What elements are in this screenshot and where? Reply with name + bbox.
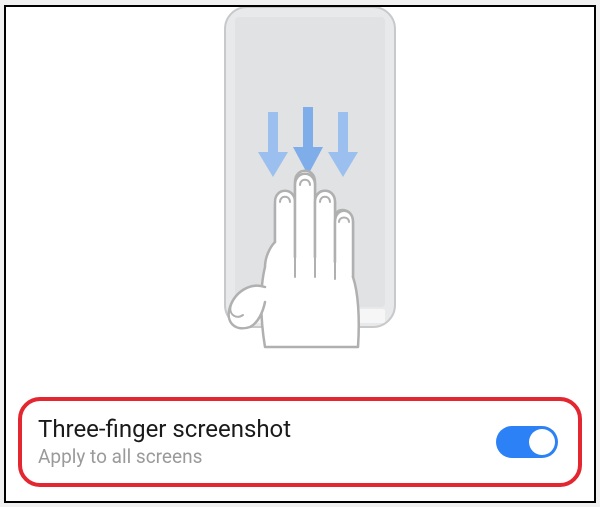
three-finger-screenshot-setting[interactable]: Three-finger screenshot Apply to all scr… xyxy=(18,397,582,487)
settings-panel: Three-finger screenshot Apply to all scr… xyxy=(4,5,596,503)
gesture-illustration xyxy=(6,7,594,377)
setting-text-group: Three-finger screenshot Apply to all scr… xyxy=(38,415,291,468)
setting-subtitle: Apply to all screens xyxy=(38,445,291,468)
toggle-knob xyxy=(529,429,555,455)
toggle-switch[interactable] xyxy=(496,426,558,458)
three-finger-swipe-icon xyxy=(110,7,490,377)
setting-title: Three-finger screenshot xyxy=(38,415,291,443)
